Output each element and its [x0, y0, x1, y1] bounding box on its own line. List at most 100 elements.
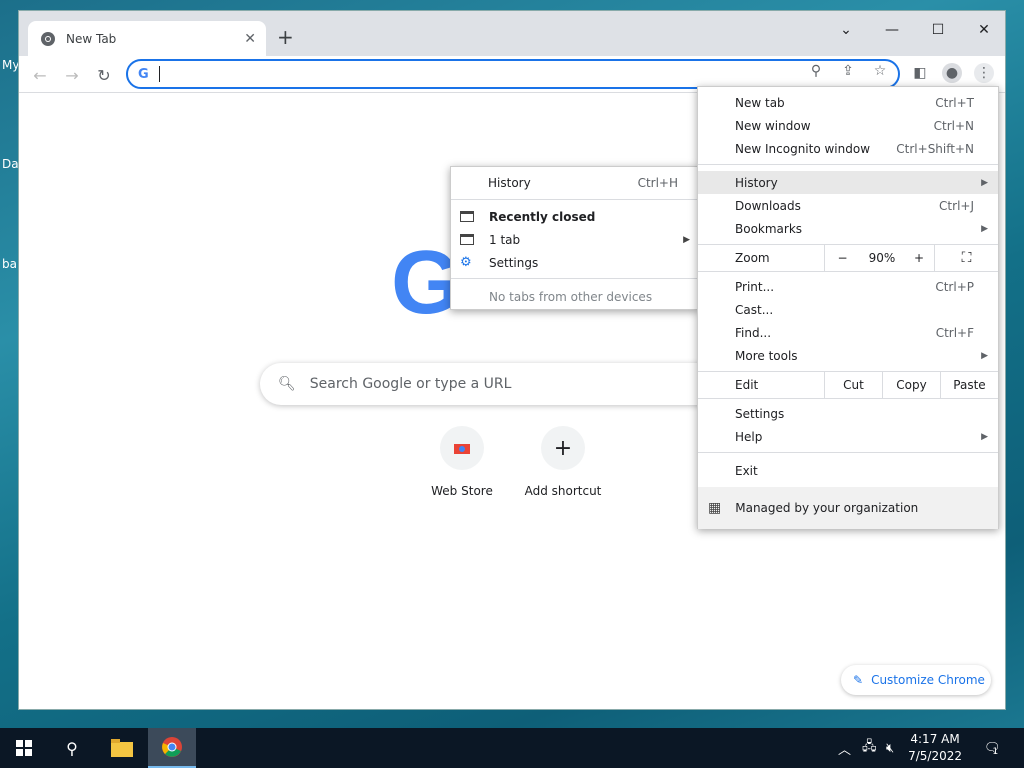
submenu-history-label: History — [488, 175, 531, 190]
minimize-icon[interactable]: — — [869, 17, 915, 43]
ntp-search-box[interactable]: 🔍︎ Search Google or type a URL — [260, 363, 730, 405]
desktop-icon-label[interactable]: Da — [2, 157, 19, 171]
google-g-icon: G — [138, 66, 149, 82]
close-icon[interactable]: ✕ — [961, 17, 1005, 43]
submenu-arrow-icon: ▶ — [981, 350, 988, 361]
forward-arrow-icon[interactable]: → — [61, 64, 83, 86]
menu-exit[interactable]: Exit — [698, 459, 998, 482]
tab-new-tab[interactable]: New Tab ✕ — [28, 21, 266, 56]
search-icon[interactable]: ⚲ — [48, 728, 96, 768]
menu-bookmarks[interactable]: Bookmarks ▶ — [698, 217, 998, 240]
tab-search-chevron-icon[interactable]: ⌄ — [823, 17, 869, 43]
desktop-icon-label[interactable]: ba — [2, 257, 17, 271]
menu-label: New window — [735, 118, 811, 133]
volume-muted-icon[interactable]: 🔇︎ — [886, 728, 894, 768]
plus-icon: + — [541, 426, 585, 470]
windows-start-icon[interactable] — [0, 728, 48, 768]
address-bar[interactable]: G — [126, 59, 900, 89]
system-clock[interactable]: 4:17 AM 7/5/2022 — [908, 731, 962, 765]
tab-strip: New Tab ✕ + ⌄ — ☐ ✕ — [19, 11, 1005, 56]
zoom-out-button[interactable]: − — [824, 245, 860, 271]
menu-find[interactable]: Find... Ctrl+F — [698, 321, 998, 344]
zoom-label: Zoom — [735, 251, 770, 265]
menu-print[interactable]: Print... Ctrl+P — [698, 275, 998, 298]
shortcut-add[interactable]: + Add shortcut — [513, 426, 613, 498]
no-tabs-label: No tabs from other devices — [489, 289, 653, 304]
gear-icon: ⚙ — [460, 255, 472, 270]
managed-label: Managed by your organization — [735, 501, 919, 515]
menu-downloads[interactable]: Downloads Ctrl+J — [698, 194, 998, 217]
network-icon[interactable]: 🖧︎ — [862, 728, 877, 768]
new-tab-plus-icon[interactable]: + — [277, 25, 294, 49]
tab-close-icon[interactable]: ✕ — [244, 31, 256, 47]
shortcut-text: Ctrl+F — [935, 325, 974, 340]
shortcut-text: Ctrl+P — [935, 279, 974, 294]
menu-label: History — [735, 175, 778, 190]
edit-label: Edit — [735, 378, 759, 392]
notification-center-icon[interactable]: 🗨︎ 1 — [984, 728, 1001, 768]
menu-new-tab[interactable]: New tab Ctrl+T — [698, 91, 998, 114]
menu-new-incognito[interactable]: New Incognito window Ctrl+Shift+N — [698, 137, 998, 160]
web-store-icon — [440, 426, 484, 470]
submenu-arrow-icon: ▶ — [981, 177, 988, 188]
building-icon: ▦ — [708, 500, 722, 516]
menu-edit-row: Edit Cut Copy Paste — [698, 372, 998, 398]
menu-label: Help — [735, 429, 763, 444]
zoom-in-button[interactable]: + — [904, 245, 934, 271]
submenu-arrow-icon: ▶ — [981, 223, 988, 234]
shortcut-web-store[interactable]: Web Store — [412, 426, 512, 498]
bookmark-star-icon[interactable]: ☆ — [870, 61, 890, 81]
side-panel-icon[interactable]: ◧ — [910, 63, 930, 83]
customize-chrome-button[interactable]: ✎ Customize Chrome — [841, 665, 991, 695]
text-caret — [158, 66, 160, 82]
paste-button[interactable]: Paste — [940, 372, 998, 398]
menu-settings[interactable]: Settings — [698, 402, 998, 425]
reload-icon[interactable]: ↻ — [93, 64, 115, 86]
fullscreen-icon[interactable]: ⛶ — [934, 245, 998, 271]
recently-closed-header: Recently closed — [451, 205, 698, 228]
desktop-icon-label[interactable]: My — [2, 58, 19, 72]
submenu-settings-item[interactable]: ⚙ Settings — [451, 251, 698, 274]
menu-managed-by-org[interactable]: ▦ Managed by your organization — [698, 487, 998, 529]
notification-count: 1 — [992, 747, 999, 757]
divider — [698, 452, 998, 453]
menu-label: Cast... — [735, 302, 774, 317]
window-icon — [460, 211, 474, 222]
menu-history[interactable]: History ▶ — [698, 171, 998, 194]
share-icon[interactable]: ⇪ — [838, 61, 858, 81]
menu-cast[interactable]: Cast... — [698, 298, 998, 321]
back-arrow-icon[interactable]: ← — [29, 64, 51, 86]
one-tab-label: 1 tab — [489, 232, 521, 247]
menu-more-tools[interactable]: More tools ▶ — [698, 344, 998, 367]
copy-button[interactable]: Copy — [882, 372, 940, 398]
search-placeholder: Search Google or type a URL — [309, 376, 512, 392]
chrome-taskbar-icon[interactable] — [148, 728, 196, 768]
settings-label: Settings — [489, 255, 539, 270]
menu-help[interactable]: Help ▶ — [698, 425, 998, 448]
show-hidden-icons-chevron-icon[interactable]: ︿ — [838, 728, 851, 768]
search-icon: 🔍︎ — [278, 376, 296, 392]
submenu-one-tab-item[interactable]: 1 tab ▶ — [451, 228, 698, 251]
pencil-icon: ✎ — [853, 673, 864, 687]
menu-new-window[interactable]: New window Ctrl+N — [698, 114, 998, 137]
history-submenu: History Ctrl+H Recently closed 1 tab ▶ ⚙… — [450, 166, 699, 310]
windows-taskbar: ⚲ ︿ 🖧︎ 🔇︎ 4:17 AM 7/5/2022 🗨︎ 1 — [0, 728, 1024, 768]
profile-avatar-icon[interactable]: ● — [942, 63, 962, 83]
chrome-main-menu: New tab Ctrl+T New window Ctrl+N New Inc… — [697, 86, 999, 529]
menu-label: More tools — [735, 348, 798, 363]
zoom-level: 90% — [868, 251, 896, 265]
menu-label: Print... — [735, 279, 775, 294]
zoom-magnifier-icon[interactable]: ⚲ — [806, 61, 826, 81]
maximize-icon[interactable]: ☐ — [915, 17, 961, 43]
submenu-history-item[interactable]: History Ctrl+H — [451, 171, 698, 194]
clock-time: 4:17 AM — [910, 732, 960, 746]
divider — [451, 199, 698, 200]
window-icon — [460, 234, 474, 245]
menu-zoom-row: Zoom − 90% + ⛶ — [698, 245, 998, 271]
cut-button[interactable]: Cut — [824, 372, 882, 398]
file-explorer-icon[interactable] — [98, 728, 146, 768]
divider — [698, 271, 998, 272]
tab-title: New Tab — [66, 31, 117, 46]
kebab-menu-icon[interactable]: ⋮ — [974, 63, 994, 83]
shortcut-text: Ctrl+N — [933, 118, 974, 133]
